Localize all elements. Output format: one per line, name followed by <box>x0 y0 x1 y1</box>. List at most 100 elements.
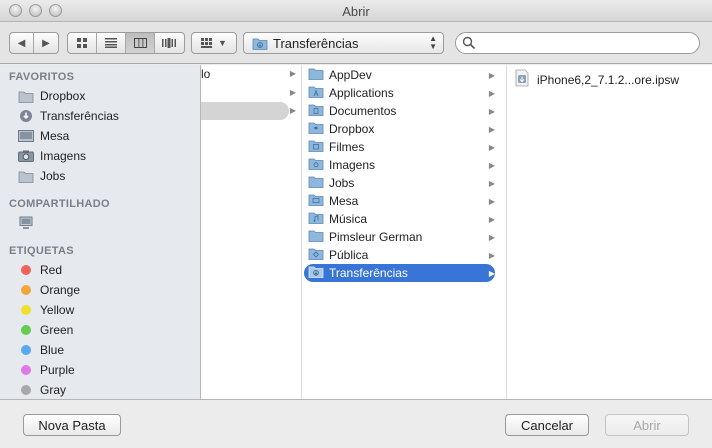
folder-row-pimsleur-german[interactable]: Pimsleur German ▶ <box>304 228 495 246</box>
dropbox-folder-icon <box>308 121 324 137</box>
browser-column-1[interactable]: lo ▶ ▶ ▶ <box>201 65 302 399</box>
sidebar-item-label: Transferências <box>40 109 119 123</box>
coverflow-icon <box>162 38 177 48</box>
downloads-icon <box>18 109 34 123</box>
downloads-folder-icon <box>252 38 268 50</box>
list-view-button[interactable] <box>97 33 126 53</box>
desktop-icon <box>18 129 34 143</box>
folder-row-label: Documentos <box>329 104 397 118</box>
folder-icon <box>308 229 324 245</box>
sidebar-tag-yellow[interactable]: Yellow <box>18 300 198 320</box>
folder-row-label: Transferências <box>329 266 408 280</box>
sidebar: FAVORITOS Dropbox Transferências Mesa Im… <box>0 65 201 399</box>
new-folder-button[interactable]: Nova Pasta <box>23 414 121 436</box>
folder-row-musica[interactable]: Música ▶ <box>304 210 495 228</box>
folder-icon <box>308 175 324 191</box>
tag-dot-icon <box>21 325 31 335</box>
disclosure-arrow-icon: ▶ <box>488 160 495 170</box>
sidebar-item-label: Gray <box>40 383 67 397</box>
grid-icon <box>77 38 87 48</box>
folder-row-applications[interactable]: Applications ▶ <box>304 84 495 102</box>
disclosure-arrow-icon: ▶ <box>289 106 296 115</box>
folder-row-jobs[interactable]: Jobs ▶ <box>304 174 495 192</box>
search-input[interactable] <box>455 32 700 54</box>
folder-row-label: AppDev <box>329 68 372 82</box>
file-row-label: iPhone6,2_7.1.2...ore.ipsw <box>537 72 680 87</box>
folder-icon <box>18 169 34 183</box>
selected-row-highlight[interactable] <box>201 102 289 120</box>
folder-row-imagens[interactable]: Imagens ▶ <box>304 156 495 174</box>
sidebar-item-label: Red <box>40 263 63 277</box>
folder-row-appdev[interactable]: AppDev ▶ <box>304 66 495 84</box>
camera-icon <box>18 149 34 163</box>
sidebar-header-shared: COMPARTILHADO <box>9 198 110 210</box>
sidebar-item-transferencias[interactable]: Transferências <box>18 106 198 126</box>
desktop-folder-icon <box>308 193 324 209</box>
browser-column-2: AppDev ▶ Applications ▶ Documentos ▶ Dro… <box>302 65 507 399</box>
bottom-bar: Nova Pasta Cancelar Abrir <box>0 399 712 448</box>
tag-dot-icon <box>21 305 31 315</box>
path-popup-label: Transferências <box>273 35 359 51</box>
icon-view-button[interactable] <box>68 33 97 53</box>
arrange-button-content: ▼ <box>192 33 236 53</box>
sidebar-tag-red[interactable]: Red <box>18 260 198 280</box>
sidebar-item-dropbox[interactable]: Dropbox <box>18 86 198 106</box>
computer-icon <box>18 216 34 230</box>
sidebar-item-mesa[interactable]: Mesa <box>18 126 198 146</box>
folder-row-label: Applications <box>329 86 394 100</box>
arrange-button[interactable]: ▼ <box>191 32 237 54</box>
folder-row-filmes[interactable]: Filmes ▶ <box>304 138 495 156</box>
back-icon: ◀ <box>17 37 26 49</box>
folder-row-label: Pimsleur German <box>329 230 423 244</box>
ipsw-file-icon <box>513 69 531 90</box>
sidebar-tag-blue[interactable]: Blue <box>18 340 198 360</box>
cancel-button[interactable]: Cancelar <box>505 414 589 436</box>
tag-dot-icon <box>21 345 31 355</box>
sidebar-tag-orange[interactable]: Orange <box>18 280 198 300</box>
public-folder-icon <box>308 247 324 263</box>
sidebar-item-imagens[interactable]: Imagens <box>18 146 198 166</box>
sidebar-item-jobs[interactable]: Jobs <box>18 166 198 186</box>
folder-icon <box>18 89 34 103</box>
path-popup[interactable]: Transferências ▲ ▼ <box>243 32 444 54</box>
sidebar-item-shared-computer[interactable] <box>18 213 198 233</box>
music-folder-icon <box>308 211 324 227</box>
list-icon <box>105 38 117 48</box>
forward-button[interactable]: ▶ <box>34 33 58 53</box>
documents-folder-icon <box>308 103 324 119</box>
disclosure-arrow-icon: ▶ <box>488 106 495 116</box>
folder-row-mesa[interactable]: Mesa ▶ <box>304 192 495 210</box>
folder-row-publica[interactable]: Pública ▶ <box>304 246 495 264</box>
disclosure-arrow-icon: ▶ <box>488 88 495 98</box>
open-button[interactable]: Abrir <box>605 414 689 436</box>
sidebar-item-label: Blue <box>40 343 65 357</box>
sidebar-tag-green[interactable]: Green <box>18 320 198 340</box>
sidebar-tag-purple[interactable]: Purple <box>18 360 198 380</box>
tag-dot-icon <box>21 385 31 395</box>
sidebar-item-label: Mesa <box>40 129 70 143</box>
folder-row-label: Pública <box>329 248 369 262</box>
tag-dot-icon <box>21 265 31 275</box>
navigation-buttons: ◀ ▶ <box>9 32 59 54</box>
coverflow-view-button[interactable] <box>155 33 184 53</box>
folder-row-documentos[interactable]: Documentos ▶ <box>304 102 495 120</box>
truncated-item-label: lo <box>201 67 211 81</box>
applications-folder-icon <box>308 85 324 101</box>
sidebar-item-label: Orange <box>40 283 81 297</box>
sidebar-item-label: Dropbox <box>40 89 86 103</box>
column-view-button[interactable] <box>126 33 155 53</box>
file-row-ipsw[interactable]: iPhone6,2_7.1.2...ore.ipsw <box>513 69 679 90</box>
movies-folder-icon <box>308 139 324 155</box>
disclosure-arrow-icon: ▶ <box>488 232 495 242</box>
updown-arrows-icon: ▲ ▼ <box>429 34 437 51</box>
disclosure-arrow-icon: ▶ <box>289 88 296 97</box>
back-button[interactable]: ◀ <box>10 33 35 53</box>
downloads-folder-icon <box>308 265 324 281</box>
disclosure-arrow-icon: ▶ <box>488 250 495 260</box>
folder-row-label: Música <box>329 212 368 226</box>
folder-row-dropbox[interactable]: Dropbox ▶ <box>304 120 495 138</box>
folder-row-transferencias[interactable]: Transferências ▶ <box>304 264 495 282</box>
search-icon <box>462 36 476 50</box>
sidebar-tag-gray[interactable]: Gray <box>18 380 198 399</box>
sidebar-item-label: Green <box>40 323 74 337</box>
